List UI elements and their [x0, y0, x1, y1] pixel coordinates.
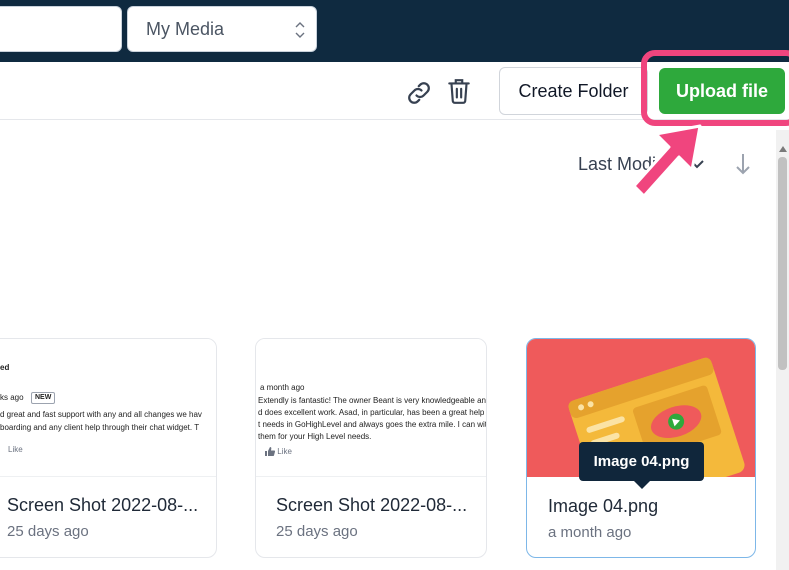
- card-thumbnail: ed ks ago NEW d great and fast support w…: [0, 339, 216, 477]
- media-card[interactable]: a month ago Extendly is fantastic! The o…: [255, 338, 487, 558]
- sort-direction-arrow-icon[interactable]: [735, 152, 751, 176]
- card-title: Image 04.png: [548, 496, 659, 516]
- card-thumbnail: a month ago Extendly is fantastic! The o…: [256, 339, 486, 477]
- card-subtitle: a month ago: [548, 524, 632, 541]
- thumbs-up-icon: [265, 447, 275, 457]
- link-icon[interactable]: [404, 78, 434, 108]
- card-title: Screen Shot 2022-08-...: [276, 495, 468, 515]
- preview-line: d great and fast support with any and al…: [0, 410, 202, 419]
- media-source-select[interactable]: My Media: [127, 6, 317, 52]
- upload-highlight-outline: [641, 50, 789, 126]
- media-card[interactable]: ed ks ago NEW d great and fast support w…: [0, 338, 217, 558]
- preview-time: a month ago: [260, 383, 305, 392]
- preview-line: them for your High Level needs.: [258, 432, 372, 441]
- preview-line: t needs in GoHighLevel and always goes t…: [258, 420, 486, 429]
- preview-line: d does excellent work. Asad, in particul…: [258, 408, 486, 417]
- pointer-arrow-icon: [632, 124, 702, 198]
- preview-time: ks ago: [0, 393, 24, 402]
- tooltip-tail: [634, 481, 650, 489]
- create-folder-button[interactable]: Create Folder: [499, 67, 648, 115]
- card-subtitle: 25 days ago: [276, 523, 358, 540]
- media-select-value: My Media: [146, 18, 225, 39]
- filename-tooltip: Image 04.png: [579, 442, 704, 481]
- preview-new-badge: NEW: [31, 392, 56, 404]
- card-subtitle: 25 days ago: [7, 523, 89, 540]
- preview-like: Like: [265, 447, 292, 457]
- select-chevron-icon: [295, 22, 305, 38]
- scrollbar-thumb[interactable]: [778, 157, 787, 370]
- card-title: Screen Shot 2022-08-...: [7, 495, 199, 515]
- scroll-up-arrow-icon[interactable]: [779, 146, 787, 152]
- preview-like: Like: [8, 445, 23, 454]
- trash-icon[interactable]: [446, 77, 472, 105]
- preview-line: Extendly is fantastic! The owner Beant i…: [258, 396, 486, 405]
- preview-line: boarding and any client help through the…: [0, 423, 200, 432]
- search-input[interactable]: [0, 6, 122, 52]
- preview-author: ed: [0, 363, 10, 372]
